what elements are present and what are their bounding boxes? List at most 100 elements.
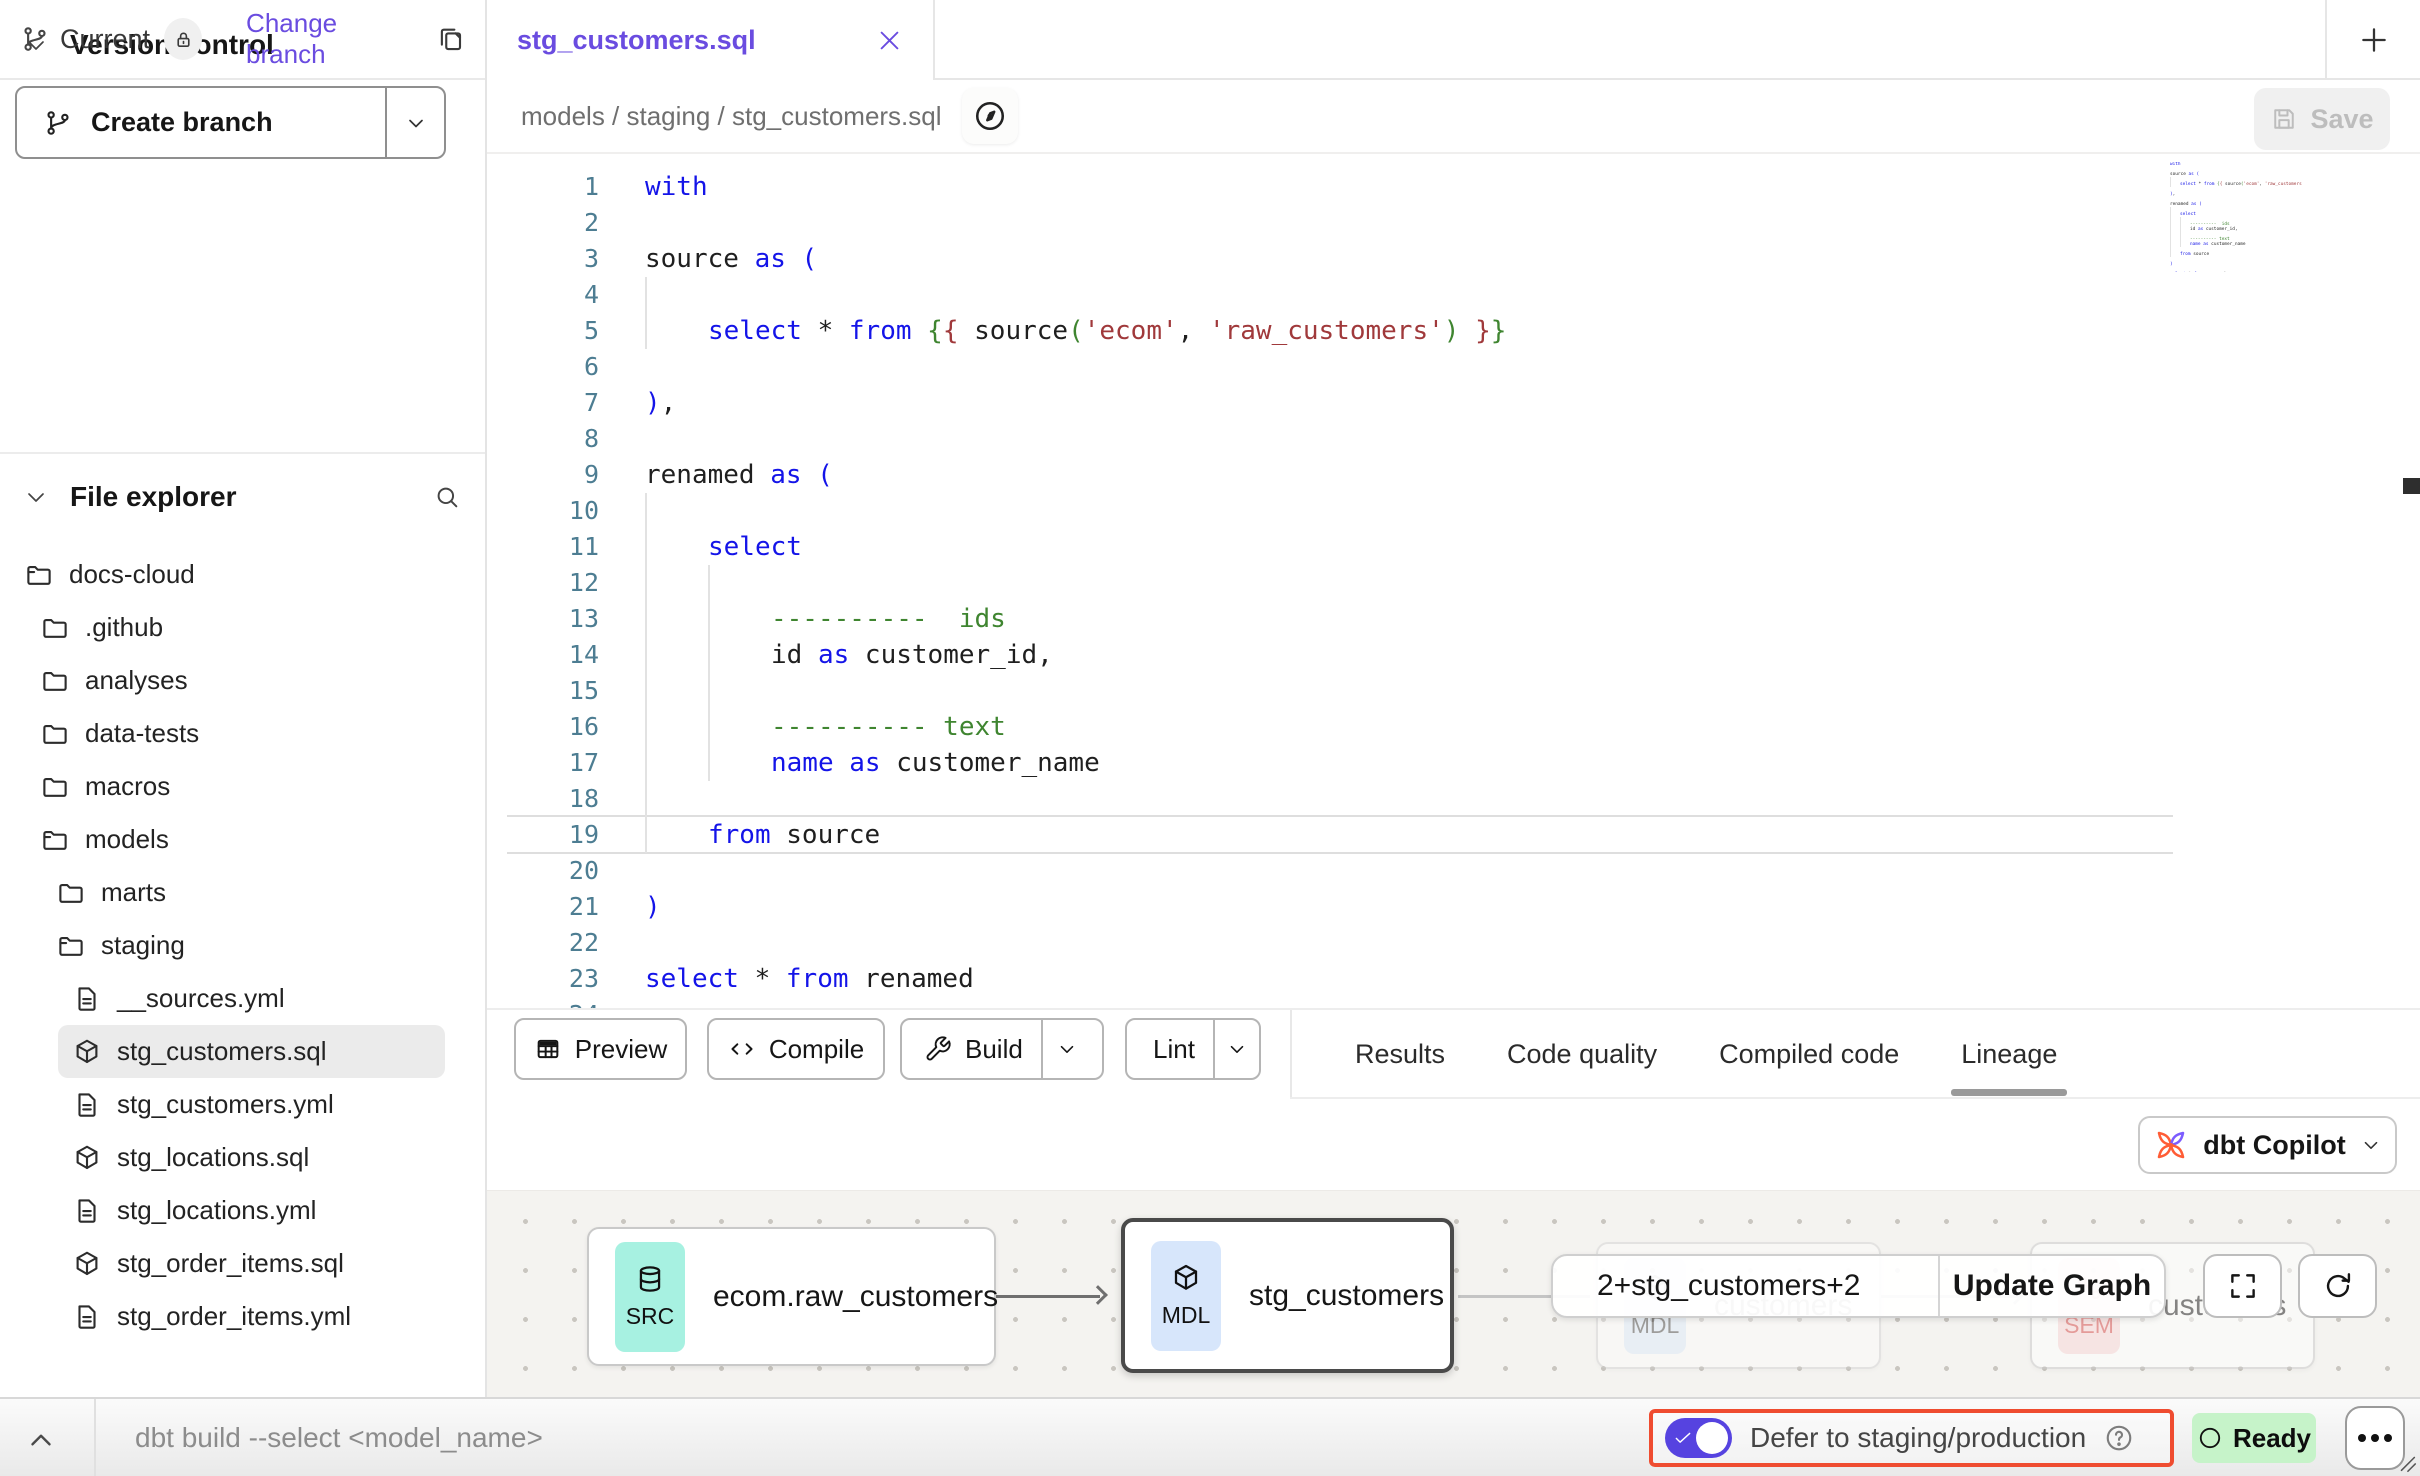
- folder-icon: [56, 878, 86, 908]
- lint-button[interactable]: Lint: [1125, 1018, 1261, 1080]
- folder-icon: [40, 772, 70, 802]
- panel-tab-results[interactable]: Results: [1355, 1010, 1445, 1098]
- panel-tab-compiled-code[interactable]: Compiled code: [1719, 1010, 1899, 1098]
- file-explorer-header[interactable]: File explorer: [0, 470, 485, 524]
- compile-button[interactable]: Compile: [707, 1018, 885, 1080]
- lineage-canvas[interactable]: SRC ecom.raw_customers MDL stg_customers…: [487, 1190, 2420, 1397]
- floppy-disk-icon: [2270, 105, 2298, 133]
- tree-item--sources-yml[interactable]: __sources.yml: [0, 972, 483, 1025]
- tree-item-label: models: [85, 824, 169, 855]
- breadcrumb: models / staging / stg_customers.sql: [521, 101, 942, 132]
- code-line-23: select * from renamed: [645, 961, 2270, 997]
- badge-label: SRC: [626, 1303, 675, 1330]
- sidebar: Current Change branch Version control Cr…: [0, 0, 487, 1397]
- close-icon[interactable]: [876, 27, 903, 54]
- create-branch-main[interactable]: Create branch: [17, 88, 385, 157]
- node-label: ecom.raw_customers: [713, 1280, 998, 1314]
- update-graph-button[interactable]: Update Graph: [1938, 1256, 2164, 1316]
- lineage-edge: [996, 1295, 1100, 1298]
- tree-item-macros[interactable]: macros: [0, 760, 483, 813]
- lineage-selector-input[interactable]: 2+stg_customers+2: [1553, 1269, 1938, 1303]
- dbt-copilot-label: dbt Copilot: [2203, 1130, 2345, 1161]
- lineage-node-source[interactable]: SRC ecom.raw_customers: [587, 1227, 996, 1366]
- model-badge: MDL: [1151, 1241, 1221, 1351]
- editor-tab-bar: stg_customers.sql: [487, 0, 2420, 80]
- scrollbar-thumb[interactable]: [2403, 478, 2420, 494]
- statusbar-divider: [94, 1399, 96, 1476]
- table-icon: [534, 1035, 562, 1063]
- tree-item-staging[interactable]: staging: [0, 919, 483, 972]
- tree-item-stg-order-items-sql[interactable]: stg_order_items.sql: [0, 1237, 483, 1290]
- cube-icon: [72, 1037, 102, 1067]
- tree-item--github[interactable]: .github: [0, 601, 483, 654]
- create-branch-dropdown[interactable]: [385, 88, 444, 157]
- code-line-9: renamed as (: [645, 457, 2270, 493]
- tree-item-label: data-tests: [85, 718, 199, 749]
- tree-item-stg-locations-sql[interactable]: stg_locations.sql: [0, 1131, 483, 1184]
- code-line-20: [645, 853, 2270, 889]
- lock-icon: [172, 28, 195, 51]
- cube-icon: [1170, 1262, 1202, 1294]
- dbt-cloud-ide: Current Change branch Version control Cr…: [0, 0, 2420, 1476]
- tree-item-stg-customers-sql[interactable]: stg_customers.sql: [58, 1025, 445, 1078]
- code-line-2: [645, 205, 2270, 241]
- tree-item-analyses[interactable]: analyses: [0, 654, 483, 707]
- file-explorer-title: File explorer: [70, 481, 237, 513]
- tree-item-docs-cloud[interactable]: docs-cloud: [0, 548, 483, 601]
- panel-divider: [1290, 1010, 1292, 1098]
- code-line-24: [645, 997, 2270, 1008]
- tree-item-label: __sources.yml: [117, 983, 285, 1014]
- tree-item-stg-order-items-yml[interactable]: stg_order_items.yml: [0, 1290, 483, 1343]
- resize-handle-icon[interactable]: [2396, 1452, 2418, 1474]
- panel-tab-code-quality[interactable]: Code quality: [1507, 1010, 1657, 1098]
- lineage-node-stg-customers[interactable]: MDL stg_customers: [1121, 1218, 1454, 1373]
- tree-item-data-tests[interactable]: data-tests: [0, 707, 483, 760]
- plus-icon: [2358, 24, 2390, 56]
- build-button[interactable]: Build: [900, 1018, 1104, 1080]
- fullscreen-button[interactable]: [2203, 1254, 2282, 1318]
- tree-item-label: stg_customers.sql: [117, 1036, 327, 1067]
- lint-dropdown[interactable]: [1213, 1020, 1259, 1078]
- current-branch-label: Current: [60, 24, 150, 55]
- code-line-11: select: [645, 529, 2270, 565]
- tree-item-label: analyses: [85, 665, 188, 696]
- chevron-up-icon[interactable]: [24, 1423, 58, 1457]
- tree-item-stg-locations-yml[interactable]: stg_locations.yml: [0, 1184, 483, 1237]
- defer-toggle[interactable]: [1665, 1418, 1732, 1458]
- explore-button[interactable]: [962, 88, 1018, 144]
- copy-icon[interactable]: [435, 24, 465, 54]
- compass-icon: [972, 98, 1008, 134]
- tree-item-marts[interactable]: marts: [0, 866, 483, 919]
- defer-toggle-group: Defer to staging/production: [1649, 1409, 2174, 1467]
- search-icon[interactable]: [433, 483, 461, 511]
- create-branch-button[interactable]: Create branch: [15, 86, 446, 159]
- save-label: Save: [2310, 104, 2373, 135]
- save-button[interactable]: Save: [2254, 88, 2390, 150]
- build-dropdown[interactable]: [1041, 1020, 1091, 1078]
- panel-tabs: Results Code quality Compiled code Lineage: [1355, 1010, 2057, 1098]
- code-area[interactable]: withsource as (select * from {{ source('…: [645, 169, 2270, 1008]
- lineage-arrowhead: [1088, 1285, 1108, 1305]
- minimap[interactable]: withsource as (select * from {{ source('…: [2170, 162, 2302, 272]
- change-branch-link[interactable]: Change branch: [246, 8, 407, 70]
- panel-tab-lineage[interactable]: Lineage: [1961, 1010, 2057, 1098]
- new-tab-button[interactable]: [2346, 12, 2402, 68]
- dbt-copilot-button[interactable]: dbt Copilot: [2138, 1116, 2397, 1174]
- code-line-7: ),: [645, 385, 2270, 421]
- code-line-22: [645, 925, 2270, 961]
- help-icon[interactable]: [2104, 1423, 2134, 1453]
- lineage-selector-bar: 2+stg_customers+2 Update Graph: [1551, 1254, 2166, 1318]
- tree-item-models[interactable]: models: [0, 813, 483, 866]
- preview-label: Preview: [575, 1034, 667, 1065]
- tab-stg-customers-sql[interactable]: stg_customers.sql: [487, 0, 935, 80]
- code-line-12: [645, 565, 2270, 601]
- preview-button[interactable]: Preview: [514, 1018, 687, 1080]
- status-badge: Ready: [2192, 1413, 2316, 1463]
- command-input[interactable]: dbt build --select <model_name>: [135, 1399, 543, 1476]
- code-line-1: with: [645, 169, 2270, 205]
- tree-item-stg-customers-yml[interactable]: stg_customers.yml: [0, 1078, 483, 1131]
- refresh-button[interactable]: [2298, 1254, 2377, 1318]
- bottom-panel: Preview Compile Build Lint Results Code q…: [487, 1008, 2420, 1397]
- code-line-21: ): [645, 889, 2270, 925]
- code-editor[interactable]: 123456789101112131415161718192021222324 …: [487, 154, 2420, 1008]
